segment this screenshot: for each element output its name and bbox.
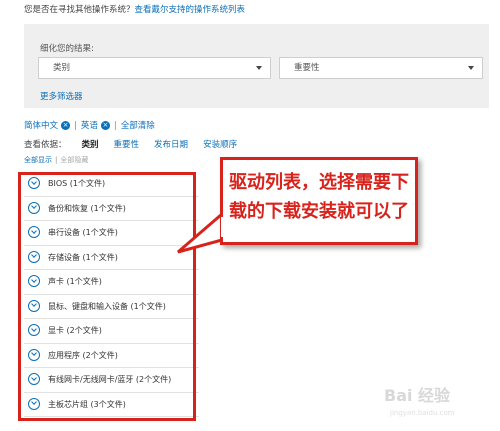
show-all-link[interactable]: 全部显示	[24, 156, 52, 164]
category-select[interactable]: 类别	[38, 57, 271, 79]
importance-select-value: 重要性	[294, 63, 320, 73]
filter-chip-label: 简体中文	[24, 121, 59, 131]
sort-by-release-date[interactable]: 发布日期	[154, 140, 188, 150]
refine-results-panel: 细化您的结果: 类别 重要性 更多筛选器	[24, 24, 489, 108]
expand-controls: 全部显示 | 全部隐藏	[24, 155, 88, 165]
filter-chip-english[interactable]: 英语 ×	[81, 119, 110, 131]
callout-text: 驱动列表，选择需要下 载的下载安装就可以了	[229, 172, 409, 222]
divider: |	[55, 156, 58, 164]
refine-label: 细化您的结果:	[40, 44, 94, 54]
sort-by-category[interactable]: 类别	[82, 140, 99, 150]
category-select-value: 类别	[53, 63, 71, 73]
filter-chip-label: 英语	[80, 121, 98, 131]
watermark-logo: Bai 经验	[384, 386, 451, 405]
chevron-down-icon	[256, 66, 262, 70]
highlight-box	[18, 172, 196, 421]
filter-chip-chinese[interactable]: 简体中文 ×	[24, 119, 71, 131]
importance-select[interactable]: 重要性	[279, 57, 483, 79]
watermark-url: jingyan.baidu.com	[390, 409, 455, 417]
more-filters-link[interactable]: 更多筛选器	[40, 90, 83, 102]
active-filters: 简体中文 × | 英语 × | 全部清除	[24, 119, 155, 131]
close-icon[interactable]: ×	[100, 120, 110, 130]
baidu-watermark: Bai 经验 jingyan.baidu.com	[384, 382, 494, 426]
annotation-callout: 驱动列表，选择需要下 载的下载安装就可以了	[220, 157, 418, 245]
chevron-down-icon	[468, 66, 474, 70]
sort-label: 查看依据：	[24, 140, 67, 150]
clear-all-link[interactable]: 全部清除	[121, 121, 155, 131]
divider: |	[74, 121, 77, 131]
supported-os-link[interactable]: 查看戴尔支持的操作系统列表	[135, 5, 246, 15]
divider: |	[113, 121, 117, 131]
sort-options: 查看依据： 类别 重要性 发布日期 安装顺序	[24, 138, 237, 150]
sort-by-install-order[interactable]: 安装顺序	[203, 140, 237, 150]
close-icon[interactable]: ×	[61, 120, 71, 130]
os-question: 您是否在寻找其他操作系统？查看戴尔支持的操作系统列表	[24, 3, 245, 15]
hide-all-link[interactable]: 全部隐藏	[60, 156, 88, 164]
sort-by-importance[interactable]: 重要性	[114, 140, 140, 150]
os-question-text: 您是否在寻找其他操作系统？	[24, 5, 135, 15]
